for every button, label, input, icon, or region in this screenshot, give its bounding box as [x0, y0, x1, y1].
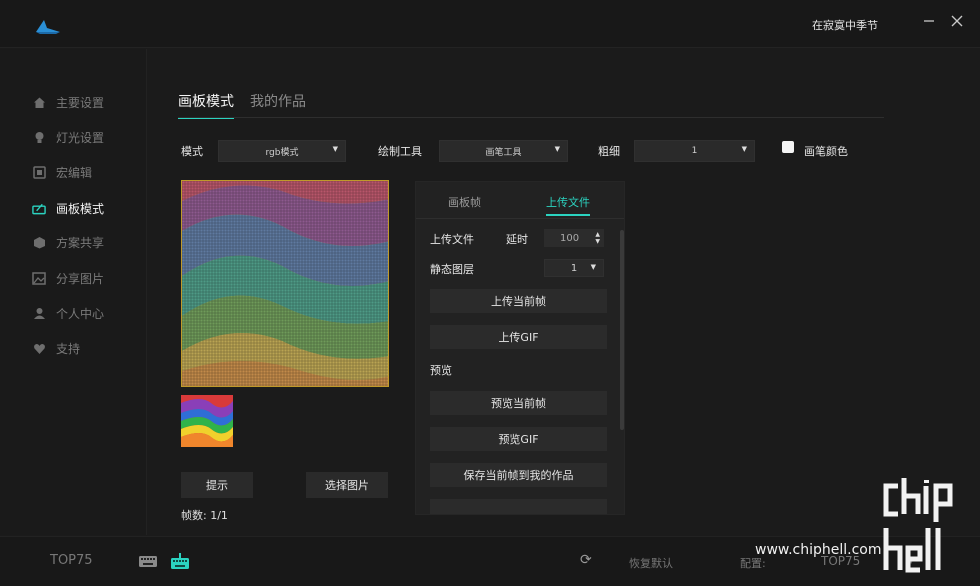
panel-next-button[interactable] — [430, 499, 607, 514]
chevron-down-icon: ▼ — [554, 145, 560, 153]
logo-dot — [924, 480, 929, 483]
tab-board-frames[interactable]: 画板帧 — [448, 194, 481, 210]
thickness-label: 粗细 — [598, 145, 620, 158]
keyboard-icon[interactable] — [138, 553, 158, 572]
sidebar-item-label: 支持 — [56, 341, 81, 356]
static-layer-value: 1 — [570, 262, 578, 274]
chevron-down-icon: ▼ — [332, 145, 338, 153]
chevron-down-icon: ▼ — [590, 263, 596, 271]
static-layer-label: 静态图层 — [430, 263, 474, 276]
mode-label: 模式 — [181, 145, 203, 158]
mode-select-value: rgb模式 — [265, 147, 299, 158]
sidebar-item-scheme-share[interactable]: 方案共享 — [32, 231, 104, 253]
app-logo — [36, 20, 60, 34]
tab-drawing-board[interactable]: 画板模式 — [178, 91, 234, 119]
sidebar-item-share-image[interactable]: 分享图片 — [32, 267, 104, 289]
canvas-artwork — [182, 181, 388, 386]
upload-file-label: 上传文件 — [430, 233, 474, 246]
hint-button[interactable]: 提示 — [181, 472, 253, 498]
panel-scrollbar[interactable] — [620, 230, 624, 430]
sidebar-item-macro[interactable]: 宏编辑 — [32, 161, 92, 183]
upload-panel: 画板帧 上传文件 上传文件 延时 100 ▲ ▼ 静态图层 1 ▼ 上传当前帧 … — [415, 181, 625, 515]
reset-default-button[interactable]: 恢复默认 — [629, 555, 673, 571]
thumbnail-artwork — [181, 395, 233, 447]
frame-count: 帧数: 1/1 — [181, 509, 228, 522]
tool-select-value: 画笔工具 — [485, 147, 522, 158]
watermark-site: www.chiphell.com — [755, 542, 882, 558]
upload-gif-button[interactable]: 上传GIF — [430, 325, 607, 349]
tabs-divider — [178, 117, 884, 118]
chevron-down-icon: ▼ — [741, 145, 747, 153]
save-to-my-works-button[interactable]: 保存当前帧到我的作品 — [430, 463, 607, 487]
title-bar: 在寂寞中季节 — [0, 0, 980, 48]
frame-thumbnail[interactable] — [181, 395, 233, 447]
minimize-icon[interactable] — [918, 12, 940, 34]
delay-label: 延时 — [506, 233, 528, 246]
cube-icon — [32, 235, 46, 249]
mode-select[interactable]: rgb模式 ▼ — [218, 140, 346, 162]
close-icon[interactable] — [946, 12, 968, 34]
brush-color-checkbox[interactable] — [782, 141, 794, 153]
sidebar-item-lighting[interactable]: 灯光设置 — [32, 126, 104, 148]
main-content: 画板模式 我的作品 模式 rgb模式 ▼ 绘制工具 画笔工具 ▼ 粗细 1 ▼ … — [148, 49, 980, 535]
refresh-icon[interactable]: ⟳ — [580, 552, 592, 568]
upload-current-frame-button[interactable]: 上传当前帧 — [430, 289, 607, 313]
sidebar-item-label: 主要设置 — [56, 95, 105, 110]
sidebar-item-support[interactable]: 支持 — [32, 337, 80, 359]
tool-label: 绘制工具 — [378, 145, 422, 158]
device-name[interactable]: TOP75 — [50, 553, 93, 568]
sidebar-item-personal-center[interactable]: 个人中心 — [32, 302, 104, 324]
tool-select[interactable]: 画笔工具 ▼ — [439, 140, 568, 162]
bulb-icon — [32, 130, 46, 144]
brush-color-label: 画笔颜色 — [804, 145, 848, 158]
drawing-canvas[interactable] — [181, 180, 389, 387]
username[interactable]: 在寂寞中季节 — [812, 17, 878, 33]
heart-icon — [32, 341, 46, 355]
select-image-button[interactable]: 选择图片 — [306, 472, 388, 498]
macro-icon — [32, 165, 46, 179]
preview-label: 预览 — [430, 364, 452, 377]
sidebar-item-label: 灯光设置 — [56, 130, 105, 145]
static-layer-select[interactable]: 1 ▼ — [544, 259, 604, 277]
thickness-select-value: 1 — [691, 146, 698, 156]
sidebar-item-label: 宏编辑 — [56, 165, 93, 180]
sidebar-item-label: 分享图片 — [56, 271, 105, 286]
panel-tabs-divider — [416, 218, 624, 219]
image-icon — [32, 271, 46, 285]
preview-current-frame-button[interactable]: 预览当前帧 — [430, 391, 607, 415]
sidebar-item-drawing-board[interactable]: 画板模式 — [32, 197, 104, 219]
drawing-board-icon — [32, 201, 46, 215]
tab-upload-file[interactable]: 上传文件 — [546, 194, 590, 216]
home-icon — [32, 95, 46, 109]
user-icon — [32, 306, 46, 320]
stepper-down-icon[interactable]: ▼ — [595, 238, 600, 245]
tab-my-works[interactable]: 我的作品 — [250, 91, 306, 119]
delay-stepper[interactable]: 100 ▲ ▼ — [544, 229, 604, 247]
chiphell-watermark-logo — [883, 478, 953, 573]
sidebar-item-label: 个人中心 — [56, 306, 105, 321]
preview-gif-button[interactable]: 预览GIF — [430, 427, 607, 451]
main-tabs: 画板模式 我的作品 — [178, 91, 322, 119]
sidebar-item-label: 画板模式 — [56, 201, 105, 216]
sidebar-item-main-settings[interactable]: 主要设置 — [32, 91, 104, 113]
keyboard-active-icon[interactable] — [170, 553, 190, 574]
sidebar-item-label: 方案共享 — [56, 235, 105, 250]
thickness-select[interactable]: 1 ▼ — [634, 140, 755, 162]
sidebar: 主要设置 灯光设置 宏编辑 画板模式 方案共享 分享图片 个人中心 支持 — [0, 49, 147, 535]
stepper-up-icon[interactable]: ▲ — [595, 231, 600, 238]
delay-value: 100 — [560, 232, 580, 244]
